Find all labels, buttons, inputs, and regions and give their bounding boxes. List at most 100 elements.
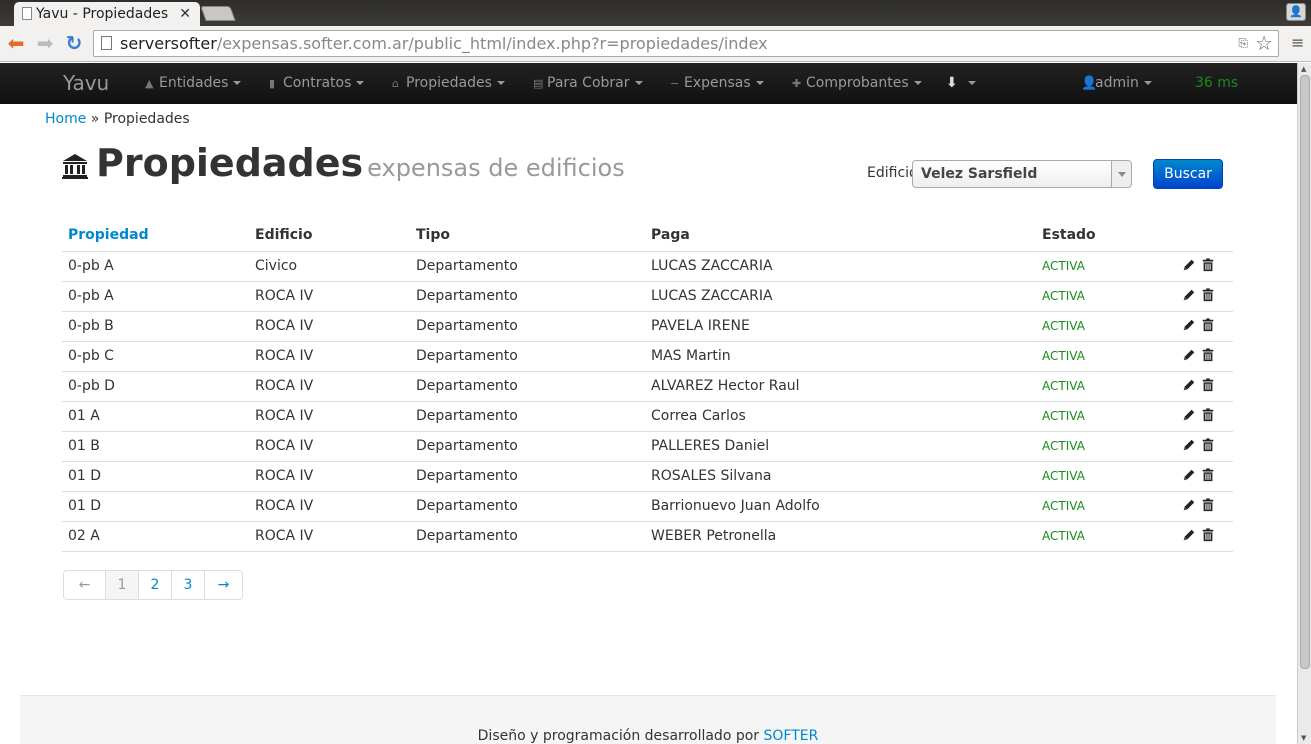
pagination-page-2[interactable]: 2 [138,571,171,599]
column-header-propiedad[interactable]: Propiedad [62,220,249,252]
cell-propiedad: 01 D [62,461,249,492]
nav-para-cobrar[interactable]: ▤ Para Cobrar [533,63,643,104]
cell-estado: ACTIVA [1036,251,1172,282]
brand-logo[interactable]: Yavu [63,63,109,104]
bookmark-star-icon[interactable]: ☆ [1255,31,1273,56]
close-tab-icon[interactable]: ✕ [179,2,191,26]
cell-edificio: ROCA IV [249,461,410,492]
delete-trash-icon[interactable] [1201,408,1217,424]
bank-icon [62,154,88,179]
cell-propiedad: 01 A [62,401,249,432]
cell-actions [1172,521,1233,552]
page-scrollbar[interactable]: ▲ ▼ [1297,63,1311,744]
scroll-up-icon[interactable]: ▲ [1301,65,1306,73]
cell-actions [1172,341,1233,372]
nav-download[interactable]: ⬇ [946,63,976,104]
cell-estado: ACTIVA [1036,431,1172,462]
edit-pencil-icon[interactable] [1182,468,1198,484]
cell-edificio: ROCA IV [249,371,410,402]
edit-pencil-icon[interactable] [1182,348,1198,364]
table-row: 02 A ROCA IV Departamento WEBER Petronella A… [62,521,1233,552]
cell-propiedad: 0-pb C [62,341,249,372]
table-header-row: Propiedad Edificio Tipo Paga Estado [62,220,1233,252]
cell-edificio: ROCA IV [249,311,410,342]
new-tab-button[interactable] [200,6,236,21]
cell-estado: ACTIVA [1036,341,1172,372]
footer-softer-link[interactable]: SOFTER [764,728,819,744]
cell-tipo: Departamento [410,371,645,402]
cell-tipo: Departamento [410,341,645,372]
browser-menu-icon[interactable]: ≡ [1291,33,1305,53]
page-viewport: Yavu ▲ Entidades ▮ Contratos ⌂ Propiedades … [0,63,1297,744]
pagination-prev[interactable]: ← [64,571,105,599]
edit-pencil-icon[interactable] [1182,498,1198,514]
cell-propiedad: 0-pb A [62,251,249,282]
column-header-actions [1172,220,1233,252]
cell-tipo: Departamento [410,401,645,432]
scrollbar-thumb[interactable] [1300,75,1310,669]
file-icon: ▮ [269,77,276,90]
scroll-down-icon[interactable]: ▼ [1301,734,1306,742]
profile-icon[interactable]: 👤 [1286,3,1306,21]
cell-actions [1172,431,1233,462]
page-footer: Diseño y programación desarrollado por S… [20,695,1276,744]
nav-expensas[interactable]: − Expensas [670,63,764,104]
pagination-next[interactable]: → [204,571,242,599]
pagination: ← 1 2 3 → [63,570,243,600]
page-title: Propiedades [96,141,364,185]
chevron-down-icon[interactable] [1111,161,1131,187]
edit-pencil-icon[interactable] [1182,288,1198,304]
edit-pencil-icon[interactable] [1182,528,1198,544]
cell-paga: MAS Martin [645,341,1036,372]
delete-trash-icon[interactable] [1201,498,1217,514]
delete-trash-icon[interactable] [1201,468,1217,484]
footer-text: Diseño y programación desarrollado por [477,728,760,744]
cell-tipo: Departamento [410,521,645,552]
nav-contratos[interactable]: ▮ Contratos [269,63,365,104]
edit-pencil-icon[interactable] [1182,438,1198,454]
cell-actions [1172,401,1233,432]
delete-trash-icon[interactable] [1201,528,1217,544]
cell-estado: ACTIVA [1036,461,1172,492]
nav-propiedades[interactable]: ⌂ Propiedades [392,63,505,104]
table-row: 0-pb D ROCA IV Departamento ALVAREZ Hector … [62,371,1233,402]
browser-tabbar: Yavu - Propiedades ✕ 👤 [0,0,1311,26]
delete-trash-icon[interactable] [1201,378,1217,394]
breadcrumb-separator: » [90,111,100,127]
table-row: 01 D ROCA IV Departamento Barrionuevo Juan … [62,491,1233,522]
cell-propiedad: 01 D [62,491,249,522]
table-row: 0-pb A Civico Departamento LUCAS ZACCARIA AC… [62,251,1233,282]
delete-trash-icon[interactable] [1201,438,1217,454]
edificio-select[interactable]: Velez Sarsfield [912,160,1132,188]
edit-pencil-icon[interactable] [1182,408,1198,424]
pagination-page-1[interactable]: 1 [105,571,138,599]
edit-pencil-icon[interactable] [1182,258,1198,274]
table-row: 01 B ROCA IV Departamento PALLERES Daniel AC… [62,431,1233,462]
delete-trash-icon[interactable] [1201,258,1217,274]
cell-estado: ACTIVA [1036,491,1172,522]
url-text[interactable]: serversofter/expensas.softer.com.ar/publ… [120,31,768,56]
delete-trash-icon[interactable] [1201,348,1217,364]
top-navbar: Yavu ▲ Entidades ▮ Contratos ⌂ Propiedades … [0,63,1297,104]
nav-entidades[interactable]: ▲ Entidades [145,63,242,104]
back-arrow-icon[interactable]: ⬅ [4,31,28,55]
delete-trash-icon[interactable] [1201,288,1217,304]
table-row: 0-pb C ROCA IV Departamento MAS Martin ACTIV… [62,341,1233,372]
buscar-button[interactable]: Buscar [1153,159,1223,189]
translate-icon[interactable]: ⎘ [1238,36,1248,51]
nav-user-menu[interactable]: 👤admin [1081,63,1152,104]
pagination-page-3[interactable]: 3 [171,571,204,599]
address-bar[interactable]: serversofter/expensas.softer.com.ar/publ… [93,30,1279,57]
cell-paga: Barrionuevo Juan Adolfo [645,491,1036,522]
forward-arrow-icon[interactable]: ➡ [33,31,57,55]
breadcrumb-home-link[interactable]: Home [45,111,86,127]
delete-trash-icon[interactable] [1201,318,1217,334]
render-timer: 36 ms [1195,75,1239,91]
browser-tab[interactable]: Yavu - Propiedades ✕ [14,2,200,26]
reload-icon[interactable]: ↻ [62,31,86,55]
nav-comprobantes[interactable]: ✚ Comprobantes [792,63,922,104]
edit-pencil-icon[interactable] [1182,318,1198,334]
minus-icon: − [670,77,680,90]
caret-down-icon [496,81,505,85]
edit-pencil-icon[interactable] [1182,378,1198,394]
